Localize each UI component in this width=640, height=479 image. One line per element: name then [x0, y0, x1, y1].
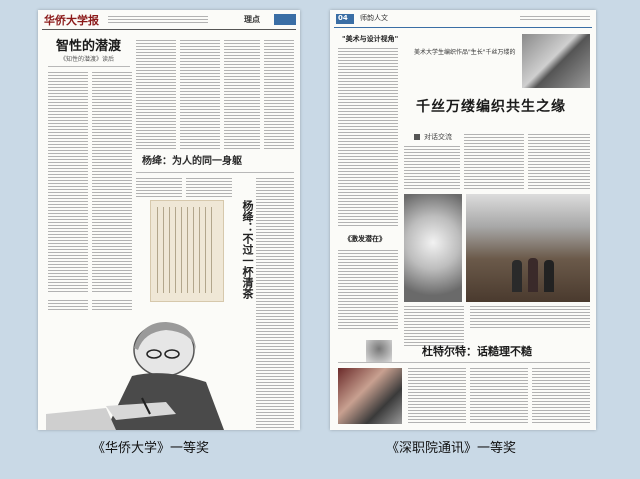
- body-text-c: [528, 134, 590, 190]
- masthead: 华侨大学报: [44, 14, 99, 27]
- section-tab: [274, 14, 296, 25]
- body-text-col3: [136, 40, 176, 150]
- side-text-1: [338, 48, 398, 228]
- body-text-a: [404, 146, 460, 190]
- newspaper-page-shenzhiyuan: 04 师韵人文 "美术与设计视角" 《激发潜在》 美术大学生编织作品"生长"千丝…: [330, 10, 596, 430]
- masthead-info: [108, 16, 208, 24]
- top-photo: [522, 34, 590, 88]
- sub-section: 对话交流: [424, 133, 452, 141]
- masthead-rule: [42, 29, 296, 30]
- body-text-col1: [48, 72, 88, 292]
- installation-photo-left: [404, 194, 462, 302]
- header-info: [520, 16, 590, 22]
- column-headline: 杨绛：不过一杯清茶: [230, 200, 254, 320]
- side-headline-2: 《激发潜在》: [344, 235, 386, 243]
- side-text-2: [338, 250, 398, 330]
- body-text-col6: [264, 40, 294, 150]
- subsection-marker: [414, 134, 420, 140]
- page-number: 04: [338, 14, 348, 22]
- body-text-col2: [92, 72, 132, 292]
- kicker: 美术大学生编织作品"生长"千丝万缕的: [414, 49, 516, 56]
- body-text-right1: [256, 178, 294, 428]
- section-label: 理点: [244, 15, 260, 24]
- author-avatar: [366, 340, 392, 362]
- feature-rule: [136, 172, 294, 173]
- portrait-photo: [46, 310, 226, 430]
- body-text-b: [464, 134, 524, 190]
- award-caption-right: 《深职院通讯》一等奖: [386, 441, 517, 456]
- bottom-text-1: [408, 368, 466, 424]
- headline-rule: [48, 66, 130, 67]
- award-caption-left: 《华侨大学》一等奖: [92, 441, 210, 456]
- headline: 智性的潜渡: [56, 39, 122, 54]
- feature-title: 杨绛：为人的同一身躯: [142, 156, 242, 167]
- section-label: 师韵人文: [360, 14, 388, 22]
- body-text-mid2: [186, 178, 232, 198]
- subhead: 《知性的潜渡》读后: [60, 56, 115, 63]
- side-headline-1: "美术与设计视角": [342, 35, 399, 43]
- lower-text-left: [404, 306, 464, 346]
- headline: 千丝万缕编织共生之缘: [416, 99, 566, 115]
- installation-photo-right: [466, 194, 590, 302]
- bottom-photo: [338, 368, 402, 424]
- body-text-col5: [224, 40, 260, 150]
- column-headline: 杜特尔特：话糙理不糙: [422, 345, 532, 358]
- column-rule: [338, 362, 590, 363]
- column-headline-text: 杨绛：不过一杯清茶: [241, 200, 254, 299]
- newspaper-page-huaqiao: 华侨大学报 理点 智性的潜渡 《知性的潜渡》读后 杨绛：为人的同一身躯 杨绛：不…: [38, 10, 300, 430]
- bottom-text-2: [470, 368, 528, 424]
- quote-box: [150, 200, 224, 302]
- body-text-mid1: [136, 178, 182, 198]
- body-text-col4: [180, 40, 220, 150]
- header-rule: [334, 27, 592, 28]
- lower-text-right: [470, 306, 590, 330]
- bottom-text-3: [532, 368, 590, 424]
